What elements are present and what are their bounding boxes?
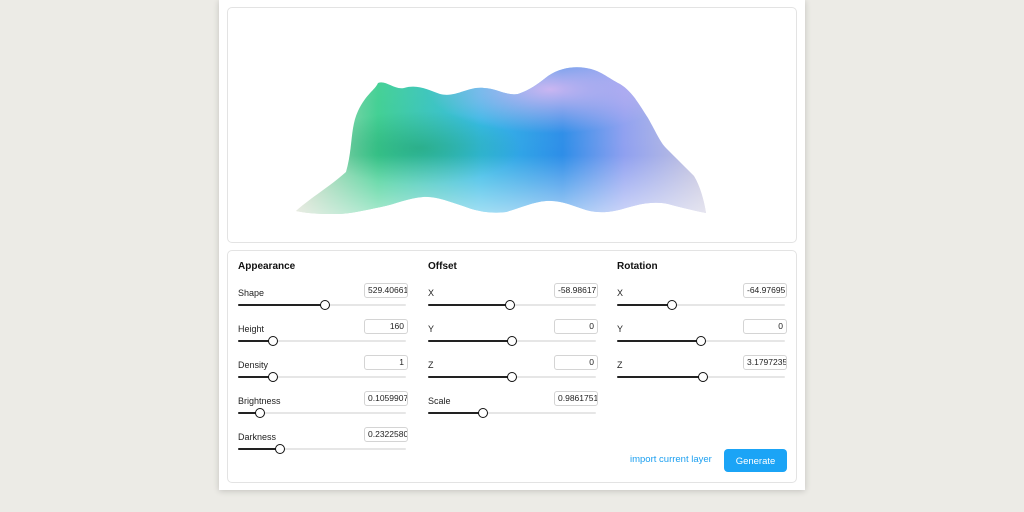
offset-scale-slider[interactable] (428, 408, 596, 418)
section-title: Appearance (238, 261, 296, 272)
appearance-density-input[interactable]: 1 (364, 355, 408, 370)
control-label: Density (238, 360, 269, 370)
settings-panel: Appearance Shape 529.40661 Height 160 Density… (227, 250, 797, 483)
slider-thumb[interactable] (697, 372, 708, 382)
control-label: Darkness (238, 432, 277, 442)
appearance-darkness-input[interactable]: 0.2322580 (364, 427, 408, 442)
rotation-z-slider[interactable] (617, 372, 785, 382)
slider-thumb[interactable] (254, 408, 265, 418)
appearance-shape-slider[interactable] (238, 300, 406, 310)
terrain-render (296, 67, 706, 214)
section-title: Rotation (617, 261, 658, 272)
slider-fill (428, 412, 484, 414)
section-title: Offset (428, 261, 457, 272)
appearance-shape-input[interactable]: 529.40661 (364, 283, 408, 298)
offset-y-slider[interactable] (428, 336, 596, 346)
slider-thumb[interactable] (268, 372, 279, 382)
offset-y-input[interactable]: 0 (554, 319, 598, 334)
slider-thumb[interactable] (320, 300, 331, 310)
offset-x-slider[interactable] (428, 300, 596, 310)
control-label: Shape (238, 288, 265, 298)
import-current-layer-link[interactable]: import current layer (630, 454, 712, 465)
control-label: Z (428, 360, 434, 370)
control-rotation-z: Z 3.1797235 (617, 355, 787, 391)
slider-fill (428, 340, 512, 342)
control-label: Y (617, 324, 624, 334)
control-label: Z (617, 360, 623, 370)
slider-fill (428, 304, 511, 306)
appearance-height-slider[interactable] (238, 336, 406, 346)
slider-thumb[interactable] (268, 336, 279, 346)
control-appearance-height: Height 160 (238, 319, 408, 355)
control-label: Height (238, 324, 265, 334)
control-appearance-darkness: Darkness 0.2322580 (238, 427, 408, 463)
control-appearance-shape: Shape 529.40661 (238, 283, 408, 319)
slider-thumb[interactable] (696, 336, 706, 346)
control-offset-z: Z0 (428, 355, 598, 391)
column-rotation: Rotation X -64.97695 Y 0 Z 3.1797235 (617, 251, 787, 451)
control-label: Y (428, 324, 435, 334)
offset-scale-input[interactable]: 0.9861751 (554, 391, 598, 406)
appearance-density-slider[interactable] (238, 372, 406, 382)
control-offset-y: Y0 (428, 319, 598, 355)
slider-fill (238, 448, 280, 450)
terrain-preview (227, 7, 797, 243)
offset-z-input[interactable]: 0 (554, 355, 598, 370)
control-appearance-density: Density 1 (238, 355, 408, 391)
control-label: Scale (428, 396, 451, 406)
offset-z-slider[interactable] (428, 372, 596, 382)
control-label: X (428, 288, 435, 298)
slider-thumb[interactable] (507, 336, 517, 346)
appearance-darkness-slider[interactable] (238, 444, 406, 454)
slider-thumb[interactable] (507, 372, 517, 382)
control-offset-x: X -58.98617 (428, 283, 598, 319)
control-appearance-brightness: Brightness 0.1059907 (238, 391, 408, 427)
slider-fill (428, 376, 512, 378)
slider-thumb[interactable] (275, 444, 285, 454)
rotation-z-input[interactable]: 3.1797235 (743, 355, 787, 370)
rotation-y-input[interactable]: 0 (743, 319, 787, 334)
column-appearance: Appearance Shape 529.40661 Height 160 Density… (238, 251, 408, 454)
slider-fill (617, 376, 703, 378)
control-label: X (617, 288, 624, 298)
appearance-height-input[interactable]: 160 (364, 319, 408, 334)
control-offset-scale: Scale 0.9861751 (428, 391, 598, 427)
slider-fill (617, 304, 673, 306)
plugin-window: Appearance Shape 529.40661 Height 160 Density… (219, 0, 805, 490)
slider-thumb[interactable] (478, 408, 489, 418)
control-rotation-y: Y0 (617, 319, 787, 355)
rotation-x-slider[interactable] (617, 300, 785, 310)
offset-x-input[interactable]: -58.98617 (554, 283, 598, 298)
generate-button[interactable]: Generate (724, 449, 787, 472)
control-label: Brightness (238, 396, 281, 406)
control-rotation-x: X -64.97695 (617, 283, 787, 319)
column-offset: Offset X -58.98617 Y 0 Z 0 Scale 0.9861751 (428, 251, 598, 451)
slider-thumb[interactable] (505, 300, 516, 310)
slider-thumb[interactable] (667, 300, 678, 310)
rotation-x-input[interactable]: -64.97695 (743, 283, 787, 298)
rotation-y-slider[interactable] (617, 336, 785, 346)
appearance-brightness-input[interactable]: 0.1059907 (364, 391, 408, 406)
slider-fill (238, 304, 326, 306)
slider-fill (617, 340, 701, 342)
appearance-brightness-slider[interactable] (238, 408, 406, 418)
